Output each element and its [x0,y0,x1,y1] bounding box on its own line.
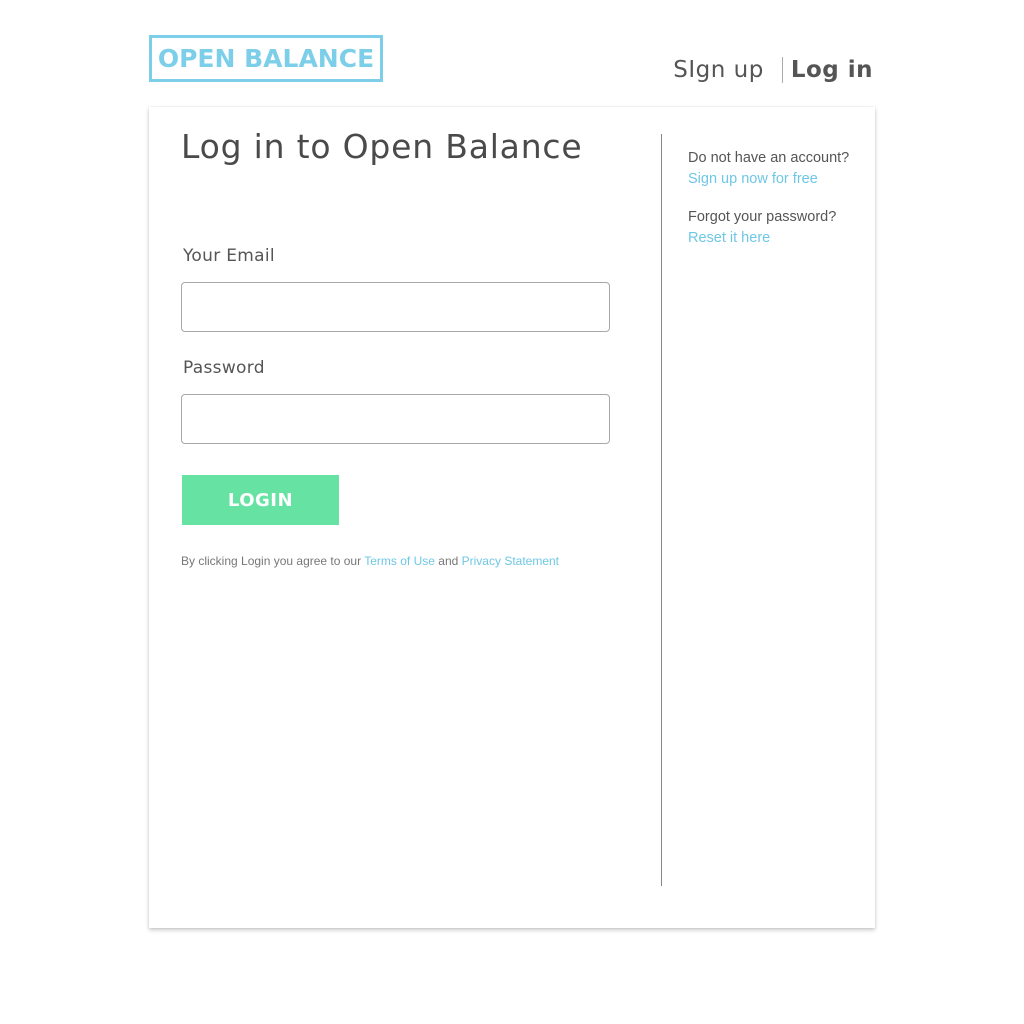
no-account-text: Do not have an account? [688,150,850,166]
terms-prefix-text: By clicking Login you agree to our [181,554,362,568]
terms-notice: By clicking Login you agree to our Terms… [181,554,559,568]
login-button[interactable]: LOGIN [182,475,339,525]
terms-of-use-link[interactable]: Terms of Use [364,554,435,568]
account-help-panel: Do not have an account? Sign up now for … [688,148,868,266]
reset-prompt: Forgot your password? Reset it here [688,207,868,249]
vertical-divider [661,134,662,886]
email-label: Your Email [183,246,275,266]
forgot-password-text: Forgot your password? [688,209,837,225]
signup-prompt: Do not have an account? Sign up now for … [688,148,868,190]
login-page: OPEN BALANCE SIgn up Log in Log in to Op… [0,0,1024,1024]
open-balance-logo[interactable]: OPEN BALANCE [149,35,383,82]
signup-free-link[interactable]: Sign up now for free [688,169,868,190]
top-nav: SIgn up Log in [673,56,873,84]
nav-signup-link[interactable]: SIgn up [673,57,782,83]
email-field[interactable] [181,282,610,332]
login-card: Log in to Open Balance Your Email Passwo… [149,107,875,928]
password-field[interactable] [181,394,610,444]
terms-and-text: and [438,554,459,568]
privacy-statement-link[interactable]: Privacy Statement [462,554,559,568]
nav-login-link[interactable]: Log in [783,57,873,83]
password-label: Password [183,358,265,378]
page-title: Log in to Open Balance [181,127,583,166]
reset-password-link[interactable]: Reset it here [688,228,868,249]
